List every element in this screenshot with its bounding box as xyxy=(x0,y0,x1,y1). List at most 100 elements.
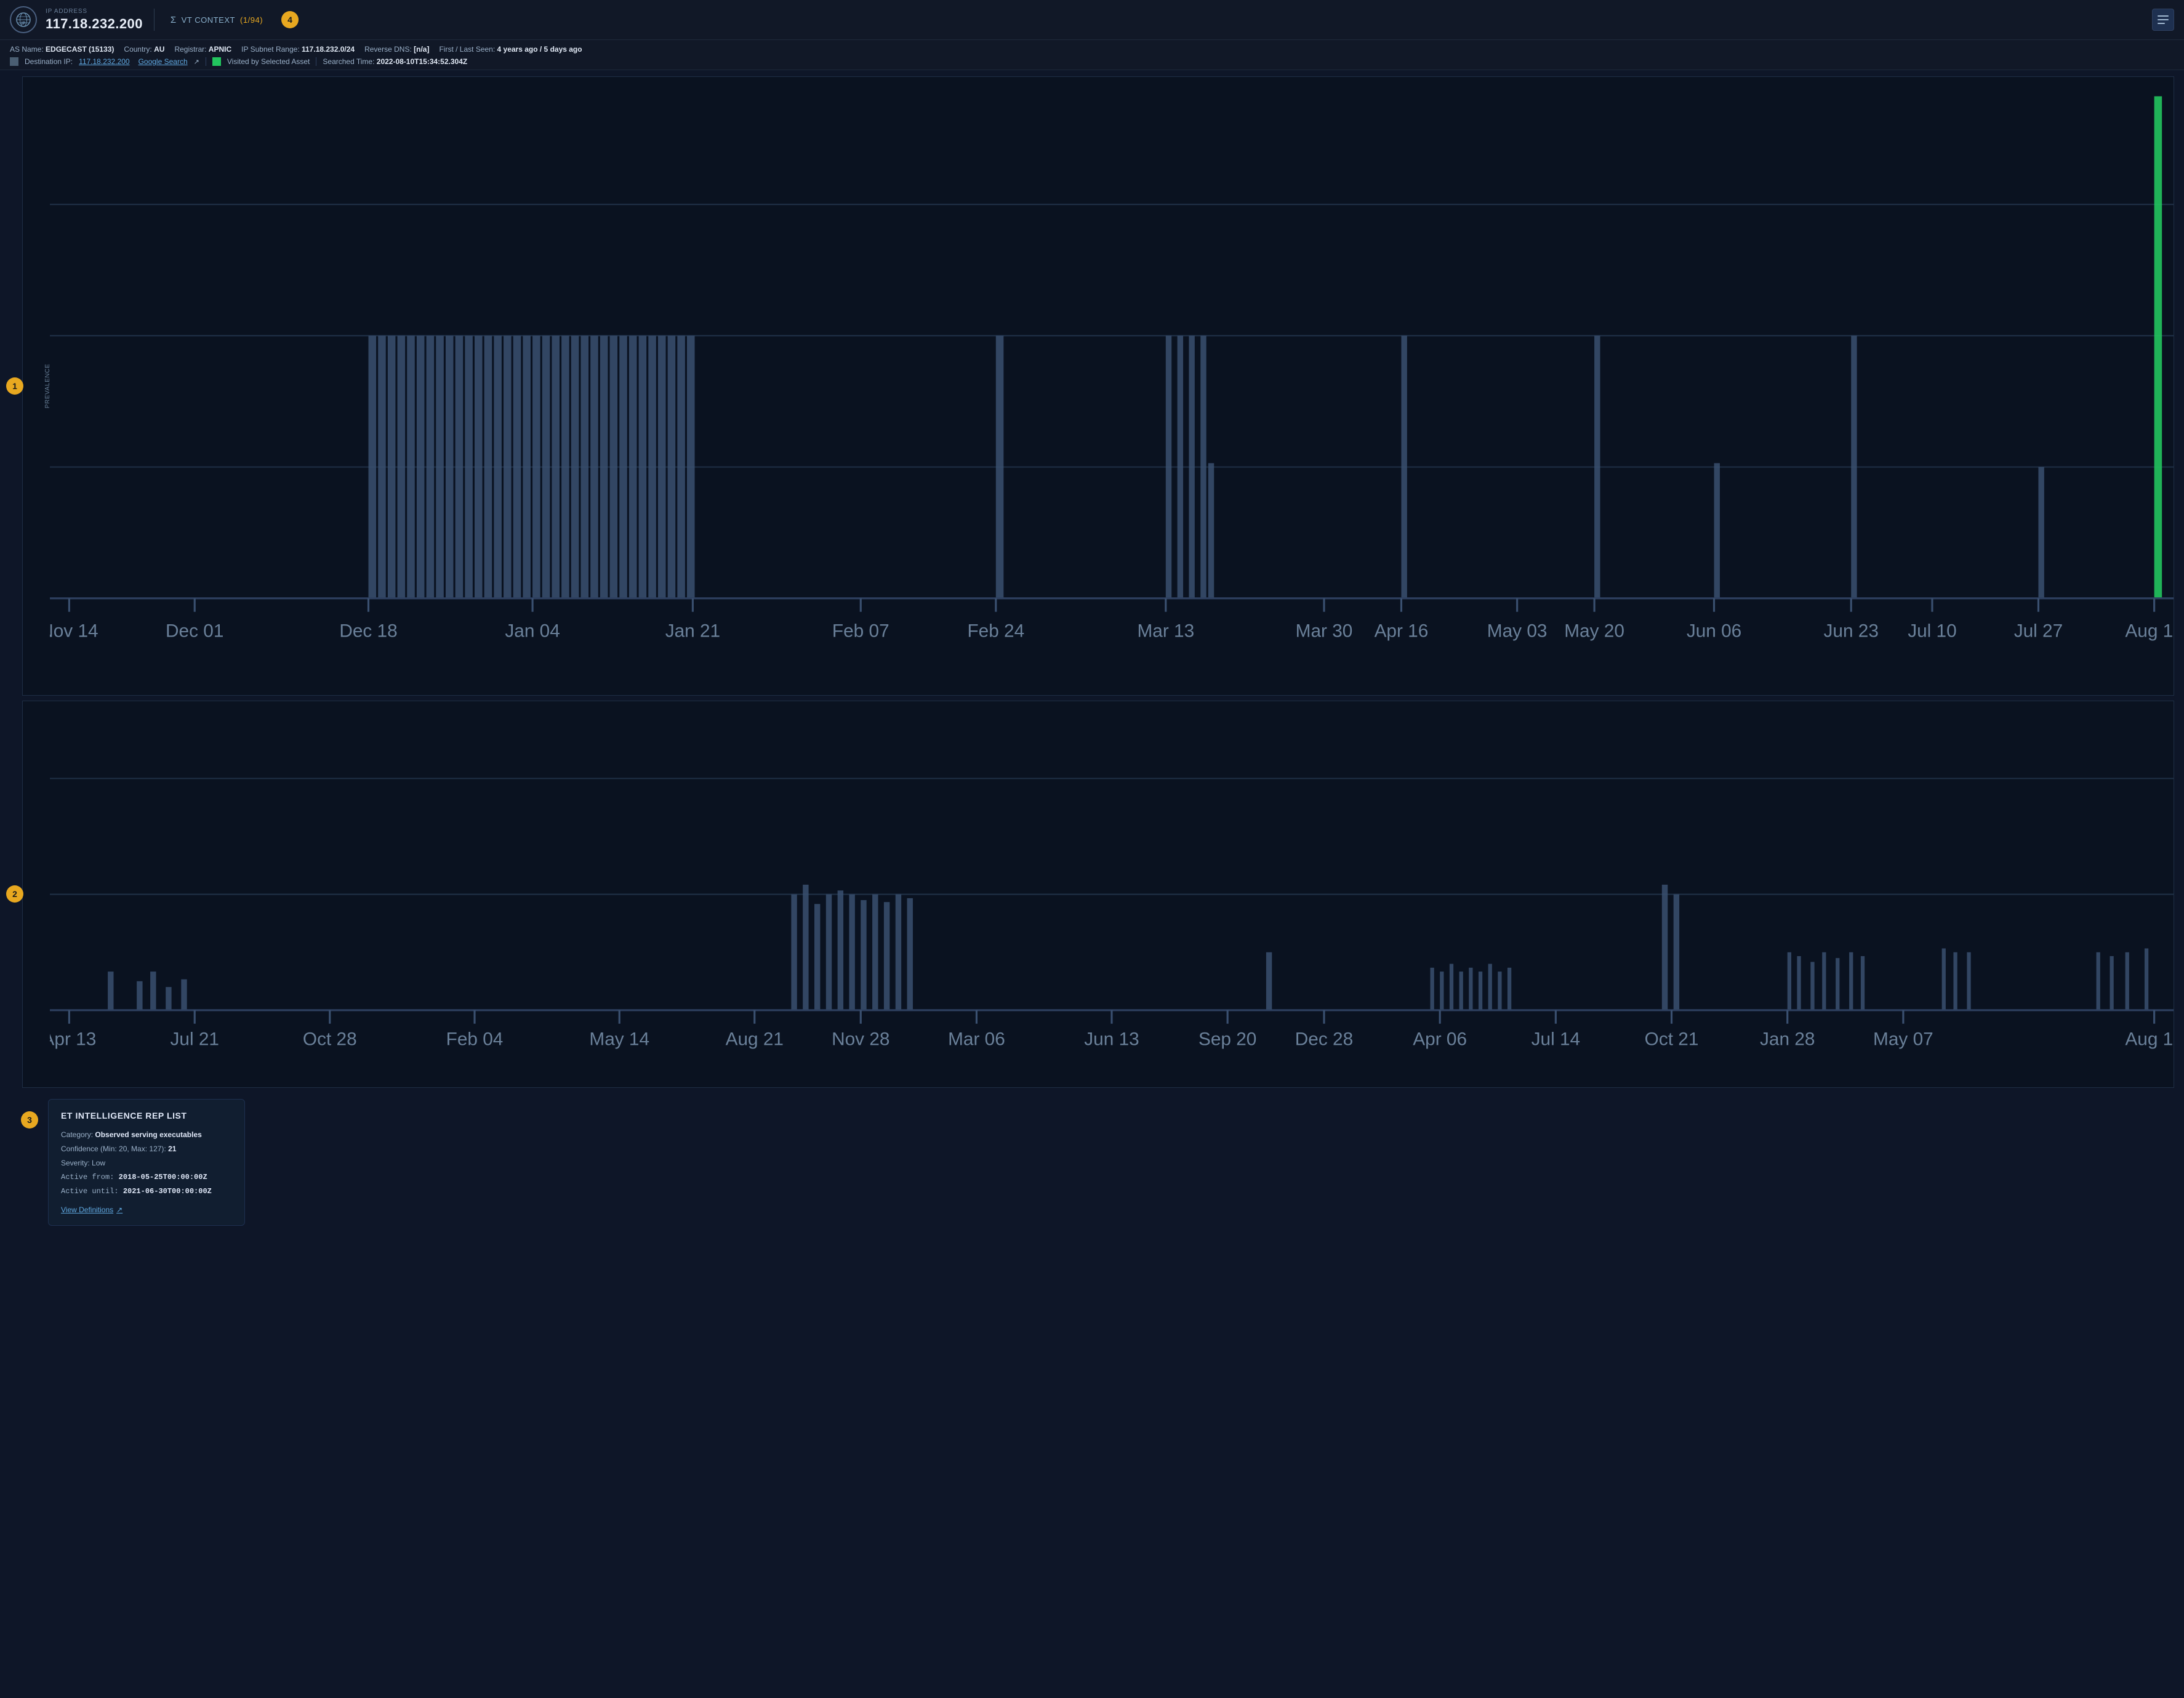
chart1-svg: 0 1 2 3 4 xyxy=(50,77,2174,695)
external-link-icon-defs: ↗ xyxy=(116,1205,122,1214)
badge-1: 1 xyxy=(6,377,23,395)
chart2-section: 2 0 2 4 xyxy=(16,701,2174,1088)
menu-button[interactable] xyxy=(2152,9,2174,31)
svg-text:Apr 13: Apr 13 xyxy=(50,1029,96,1049)
bottom-section: 3 ET INTELLIGENCE REP LIST Category: Obs… xyxy=(16,1099,2174,1226)
chart1-area: 0 1 2 3 4 xyxy=(50,77,2174,695)
google-search-link[interactable]: Google Search xyxy=(139,57,188,66)
active-from-value: 2018-05-25T00:00:00Z xyxy=(119,1173,207,1181)
svg-text:Jul 21: Jul 21 xyxy=(171,1029,219,1049)
header: IP IP ADDRESS 117.18.232.200 Σ VT CONTEX… xyxy=(0,0,2184,40)
svg-text:Feb 24: Feb 24 xyxy=(967,621,1024,642)
firstlast-info: First / Last Seen: 4 years ago / 5 days … xyxy=(439,45,582,54)
country-info: Country: AU xyxy=(124,45,164,54)
svg-text:Jun 13: Jun 13 xyxy=(1084,1029,1139,1049)
category-label: Category: xyxy=(61,1130,93,1139)
badge-4: 4 xyxy=(281,11,299,28)
svg-text:Jan 28: Jan 28 xyxy=(1760,1029,1815,1049)
registrar-value: APNIC xyxy=(209,45,231,54)
page-wrapper: IP IP ADDRESS 117.18.232.200 Σ VT CONTEX… xyxy=(0,0,2184,1698)
y-axis-label-1: Prevalence xyxy=(44,364,51,409)
svg-text:Dec 01: Dec 01 xyxy=(166,621,223,642)
svg-text:Jan 21: Jan 21 xyxy=(665,621,720,642)
header-info: IP ADDRESS 117.18.232.200 xyxy=(46,8,143,32)
active-from-row: Active from: 2018-05-25T00:00:00Z xyxy=(61,1172,232,1183)
chart1-section: 1 Prevalence 0 1 2 3 4 xyxy=(16,76,2174,696)
chart2-container: 0 2 4 xyxy=(22,701,2174,1088)
meta-row: AS Name: EDGECAST (15133) Country: AU Re… xyxy=(0,40,2184,70)
svg-text:Mar 06: Mar 06 xyxy=(948,1029,1005,1049)
svg-text:Oct 28: Oct 28 xyxy=(303,1029,357,1049)
legend-visited-icon xyxy=(212,57,221,66)
searched-time-value: 2022-08-10T15:34:52.304Z xyxy=(377,57,467,66)
dest-ip-link[interactable]: 117.18.232.200 xyxy=(79,57,130,66)
svg-text:Aug 21: Aug 21 xyxy=(726,1029,784,1049)
svg-text:Jun 23: Jun 23 xyxy=(1824,621,1879,642)
severity-value: Low xyxy=(92,1159,105,1167)
badge-2: 2 xyxy=(6,885,23,903)
confidence-label: Confidence (Min: 20, Max: 127): xyxy=(61,1145,166,1153)
vt-label: VT CONTEXT xyxy=(182,15,235,25)
svg-text:Dec 18: Dec 18 xyxy=(339,621,397,642)
external-link-icon: ↗ xyxy=(194,58,199,66)
intel-card-title: ET INTELLIGENCE REP LIST xyxy=(61,1111,232,1121)
svg-text:Feb 04: Feb 04 xyxy=(446,1029,504,1049)
main-content: 1 Prevalence 0 1 2 3 4 xyxy=(0,70,2184,1698)
svg-text:Apr 06: Apr 06 xyxy=(1413,1029,1467,1049)
svg-text:May 03: May 03 xyxy=(1487,621,1548,642)
svg-text:May 20: May 20 xyxy=(1564,621,1624,642)
category-value: Observed serving executables xyxy=(95,1130,201,1139)
svg-text:Sep 20: Sep 20 xyxy=(1198,1029,1256,1049)
country-value: AU xyxy=(154,45,164,54)
svg-text:IP: IP xyxy=(22,22,26,26)
legend-visited-label: Visited by Selected Asset xyxy=(227,57,310,66)
svg-text:Jan 04: Jan 04 xyxy=(505,621,560,642)
ip-label: IP ADDRESS xyxy=(46,8,143,15)
svg-text:May 14: May 14 xyxy=(589,1029,649,1049)
svg-text:Jul 10: Jul 10 xyxy=(1908,621,1956,642)
svg-text:Jul 27: Jul 27 xyxy=(2014,621,2063,642)
svg-text:Oct 21: Oct 21 xyxy=(1645,1029,1699,1049)
svg-text:Dec 28: Dec 28 xyxy=(1295,1029,1353,1049)
header-divider xyxy=(154,9,155,31)
badge-3-circle: 3 xyxy=(21,1111,38,1129)
svg-text:Apr 16: Apr 16 xyxy=(1375,621,1429,642)
view-definitions-link[interactable]: View Definitions ↗ xyxy=(61,1205,232,1214)
ip-icon: IP xyxy=(10,6,37,33)
subnet-value: 117.18.232.0/24 xyxy=(302,45,355,54)
active-until-label: Active until: xyxy=(61,1187,119,1196)
svg-text:Mar 30: Mar 30 xyxy=(1296,621,1353,642)
svg-text:Aug 10: Aug 10 xyxy=(2125,1029,2174,1049)
vt-context-button[interactable]: Σ VT CONTEXT (1/94) xyxy=(166,12,268,28)
firstlast-value: 4 years ago / 5 days ago xyxy=(497,45,582,54)
active-from-label: Active from: xyxy=(61,1173,114,1181)
dest-ip-label: Destination IP: xyxy=(25,57,73,66)
svg-text:Jul 14: Jul 14 xyxy=(1532,1029,1580,1049)
ip-address: 117.18.232.200 xyxy=(46,16,143,32)
svg-text:Mar 13: Mar 13 xyxy=(1137,621,1194,642)
severity-row: Severity: Low xyxy=(61,1157,232,1169)
chart2-svg: 0 2 4 xyxy=(50,701,2174,1087)
category-row: Category: Observed serving executables xyxy=(61,1129,232,1140)
severity-label: Severity: xyxy=(61,1159,90,1167)
as-name-value: EDGECAST (15133) xyxy=(46,45,114,54)
chart1-container: Prevalence 0 1 2 3 4 xyxy=(22,76,2174,696)
confidence-value: 21 xyxy=(168,1145,176,1153)
svg-text:Aug 10: Aug 10 xyxy=(2125,621,2174,642)
chart2-area: 0 2 4 xyxy=(50,701,2174,1087)
intel-card: ET INTELLIGENCE REP LIST Category: Obser… xyxy=(48,1099,245,1226)
svg-text:Nov 28: Nov 28 xyxy=(832,1029,889,1049)
svg-text:Feb 07: Feb 07 xyxy=(832,621,889,642)
rdns-info: Reverse DNS: [n/a] xyxy=(364,45,429,54)
vt-count: (1/94) xyxy=(240,15,263,25)
view-defs-label: View Definitions xyxy=(61,1205,113,1214)
svg-text:Nov 14: Nov 14 xyxy=(50,621,98,642)
header-left: IP IP ADDRESS 117.18.232.200 Σ VT CONTEX… xyxy=(10,6,299,33)
active-until-value: 2021-06-30T00:00:00Z xyxy=(123,1187,212,1196)
searched-time-label: Searched Time: 2022-08-10T15:34:52.304Z xyxy=(323,57,467,66)
rdns-value: [n/a] xyxy=(414,45,429,54)
active-until-row: Active until: 2021-06-30T00:00:00Z xyxy=(61,1186,232,1197)
svg-text:May 07: May 07 xyxy=(1873,1029,1933,1049)
as-name-label: AS Name: EDGECAST (15133) xyxy=(10,45,114,54)
sigma-icon: Σ xyxy=(171,15,177,25)
